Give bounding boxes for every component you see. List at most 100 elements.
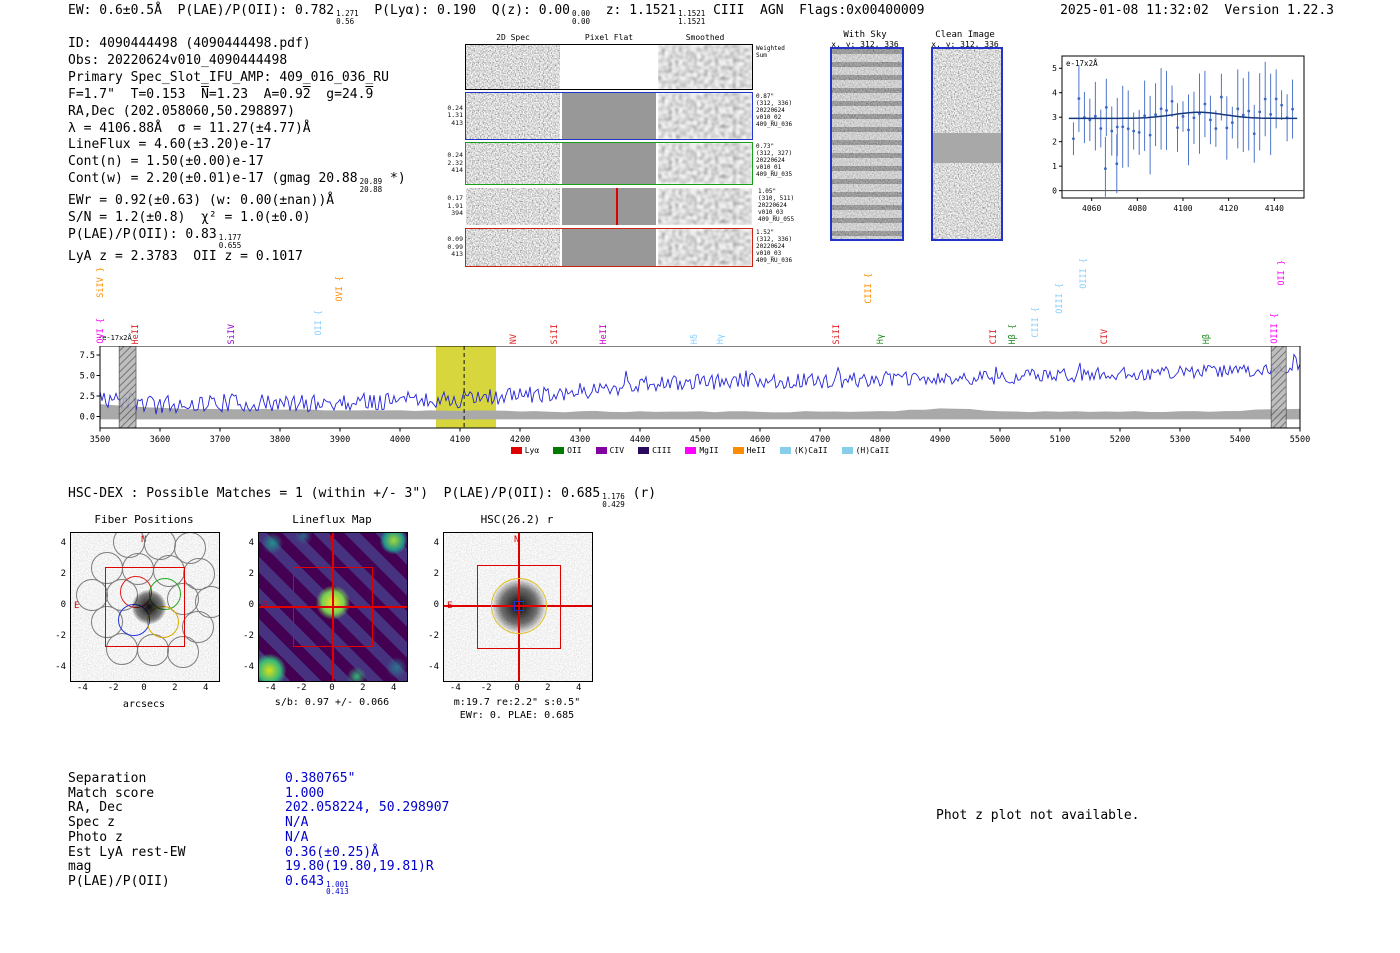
emission-line-label: HeII bbox=[131, 323, 141, 344]
stacked-uncertainty: 0.00 0.00 bbox=[572, 9, 591, 26]
spec2d-cutouts: 2D Spec Pixel Flat Smoothed Weighted Sum 0.24… bbox=[443, 33, 810, 267]
svg-text:4300: 4300 bbox=[570, 435, 590, 445]
stacked-uncertainty: 1.001 0.413 bbox=[326, 879, 349, 897]
svg-text:3900: 3900 bbox=[330, 435, 350, 445]
svg-text:3600: 3600 bbox=[150, 435, 170, 445]
x-tick-label: -2 bbox=[107, 683, 119, 693]
with-sky-image bbox=[830, 47, 904, 241]
svg-text:4100: 4100 bbox=[1173, 204, 1192, 213]
spec2d-strip bbox=[658, 143, 752, 184]
svg-text:5200: 5200 bbox=[1110, 435, 1130, 445]
svg-text:4060: 4060 bbox=[1082, 204, 1101, 213]
emission-line-label: SiII bbox=[549, 323, 560, 344]
info-line: RA,Dec (202.058060,50.298897) bbox=[68, 103, 295, 119]
svg-text:4140: 4140 bbox=[1265, 204, 1284, 213]
svg-text:0.0: 0.0 bbox=[80, 413, 95, 423]
spec2d-row-annotation: 0.87" (312, 336) 20220624 v010_02 409_RU_036 bbox=[756, 93, 793, 128]
spec2d-strip bbox=[562, 143, 658, 184]
info-line: Primary Spec_Slot_IFU_AMP: 409_016_036_R… bbox=[68, 69, 389, 85]
svg-text:7.5: 7.5 bbox=[80, 351, 95, 361]
match-field-value: 202.058224, 50.298907 bbox=[285, 800, 450, 816]
legend-label: HeII bbox=[746, 446, 766, 455]
spec2d-strip bbox=[466, 45, 562, 89]
svg-text:5500: 5500 bbox=[1290, 435, 1310, 445]
fiber-positions-panel: NE bbox=[70, 532, 220, 682]
legend-item: HeII bbox=[732, 446, 766, 455]
spec2d-row-left-values: 0.24 1.31 413 bbox=[447, 103, 463, 127]
svg-text:4120: 4120 bbox=[1219, 204, 1238, 213]
match-field-value: 19.80(19.80,19.81)R bbox=[285, 859, 434, 875]
legend-swatch bbox=[510, 447, 522, 454]
legend-swatch bbox=[638, 447, 650, 454]
y-tick-label: 2 bbox=[248, 569, 254, 580]
legend-item: OII bbox=[553, 446, 582, 455]
x-tick-label: 0 bbox=[329, 683, 335, 693]
info-line: LineFlux = 4.60(±3.20)e-17 bbox=[68, 137, 272, 153]
svg-text:5000: 5000 bbox=[990, 435, 1010, 445]
emission-line-label: OII } bbox=[1277, 260, 1287, 286]
error-band bbox=[100, 404, 1300, 420]
stacked-uncertainty: 1.271 0.56 bbox=[336, 9, 359, 26]
match-field-label: mag bbox=[68, 859, 92, 875]
svg-text:4000: 4000 bbox=[390, 435, 410, 445]
spec2d-strip bbox=[562, 188, 658, 225]
legend-label: CIII bbox=[652, 446, 672, 455]
clean-image bbox=[931, 47, 1003, 241]
info-line: ID: 4090444498 (4090444498.pdf) bbox=[68, 36, 311, 51]
spec2d-row: 0.24 2.32 414 0.73" (312, 327) 20220624 v010_0… bbox=[443, 142, 810, 185]
match-field-value: 1.000 bbox=[285, 785, 325, 801]
spec2d-row-annotation: 1.05" (310, 511) 20220624 v010_03 409_RU_055 bbox=[758, 188, 795, 223]
emission-line-label: SiIV bbox=[227, 323, 237, 344]
info-line: Cont(n) = 1.50(±0.00)e-17 bbox=[68, 154, 264, 170]
legend-label: (K)CaII bbox=[793, 446, 828, 455]
legend-swatch bbox=[841, 447, 853, 454]
emission-line-label: OVI { bbox=[335, 276, 345, 302]
emission-line-label: CIV bbox=[1100, 328, 1110, 344]
match-field-label: Est LyA rest-EW bbox=[68, 844, 186, 860]
hsc-caption-2: EWr: 0. PLAE: 0.685 bbox=[459, 710, 575, 721]
hsc-caption-1: m:19.7 re:2.2" s:0.5" bbox=[453, 697, 581, 708]
legend-label: Lyα bbox=[524, 446, 540, 455]
y-tick-label: 0 bbox=[248, 600, 254, 610]
match-field-label: Separation bbox=[68, 771, 147, 786]
svg-text:2: 2 bbox=[1052, 137, 1057, 146]
svg-text:5100: 5100 bbox=[1050, 435, 1070, 445]
with-sky-noise bbox=[832, 49, 902, 239]
line-center-marker bbox=[616, 188, 618, 225]
emission-line-label: OIII { bbox=[1055, 283, 1065, 314]
match-table-row: Match score 1.000 bbox=[68, 785, 449, 802]
svg-text:3: 3 bbox=[1052, 113, 1057, 122]
emission-line-label: CIII { bbox=[1031, 307, 1041, 338]
x-tick-label: -2 bbox=[480, 683, 492, 693]
info-line: EWr = 0.92(±0.63) (w: 0.00(±nan))Å bbox=[68, 193, 335, 209]
svg-text:3500: 3500 bbox=[90, 435, 110, 445]
emission-line-label: OII { bbox=[314, 310, 324, 336]
spec2d-row-annotation: Weighted Sum bbox=[756, 45, 785, 59]
match-table-row: P(LAE)/P(OII) 0.643 1.001 0.413 bbox=[68, 874, 449, 897]
emission-line-label: NV bbox=[509, 333, 519, 344]
svg-text:4080: 4080 bbox=[1128, 204, 1147, 213]
svg-text:0: 0 bbox=[1052, 186, 1057, 195]
spec2d-column-header: Pixel Flat bbox=[584, 33, 634, 42]
svg-text:4900: 4900 bbox=[930, 435, 950, 445]
zoom-spectrum-plot: 4060 4080 4100 4120 4140 0 1 2 3 4 5 e-17x2Å bbox=[1034, 48, 1310, 224]
lineflux-map-panel: NE bbox=[258, 532, 408, 682]
masked-wavelength-band bbox=[1270, 345, 1287, 429]
phot-z-note: Phot z plot not available. bbox=[936, 808, 1140, 823]
info-line: λ = 4106.88Å σ = 11.27(±4.77)Å bbox=[68, 120, 311, 136]
match-table-row: mag 19.80(19.80,19.81)R bbox=[68, 859, 449, 875]
info-line: S/N = 1.2(±0.8) χ² = 1.0(±0.0) bbox=[68, 210, 311, 226]
legend-label: (H)CaII bbox=[855, 446, 890, 455]
x-tick-label: -4 bbox=[449, 683, 461, 693]
clean-image-title: Clean Image bbox=[935, 30, 995, 40]
svg-text:3800: 3800 bbox=[270, 435, 290, 445]
spec2d-strip bbox=[658, 188, 754, 225]
svg-text:e-17x2Å: e-17x2Å bbox=[1066, 59, 1098, 68]
zoom-spectrum-svg: 4060 4080 4100 4120 4140 0 1 2 3 4 5 e-17x2Å bbox=[1052, 55, 1305, 213]
with-sky-title: With Sky bbox=[843, 30, 887, 40]
svg-text:5300: 5300 bbox=[1170, 435, 1190, 445]
y-tick-label: 4 bbox=[60, 538, 66, 549]
spec2d-row-left-values: 0.24 2.32 414 bbox=[447, 151, 463, 175]
legend-label: OII bbox=[567, 446, 582, 455]
flux-units-annotation: -e-17x2Å bbox=[98, 334, 132, 342]
